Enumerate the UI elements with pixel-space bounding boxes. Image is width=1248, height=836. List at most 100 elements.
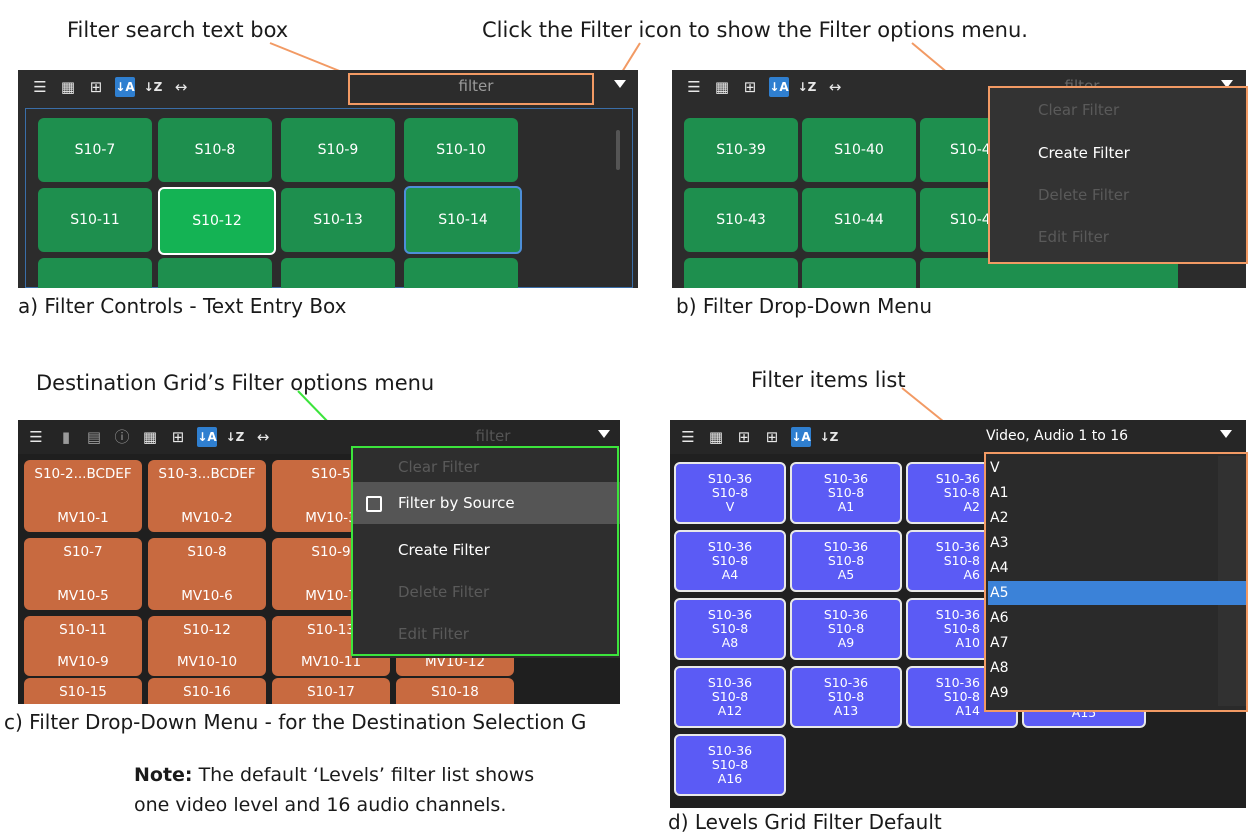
tile[interactable]: S10-40	[802, 118, 916, 182]
list-view-icon[interactable]: ☰	[26, 427, 46, 447]
tile[interactable]: S10-39	[684, 118, 798, 182]
small-tile-view-icon[interactable]: ⊞	[762, 427, 782, 447]
tile-partial[interactable]	[281, 258, 395, 288]
tile-source: S10-12	[183, 622, 231, 638]
sort-descending-icon[interactable]: ↓Z	[797, 77, 817, 97]
tile-dest: MV10-5	[57, 588, 109, 604]
tile-source: S10-3...BCDEF	[158, 466, 256, 482]
tile-line: A14	[955, 703, 980, 718]
fit-width-icon[interactable]: ↔	[825, 77, 845, 97]
tile-line: S10-36	[707, 607, 753, 622]
tile[interactable]: S10-7	[38, 118, 152, 182]
tile-partial[interactable]: S10-16	[148, 678, 266, 704]
filter-search-input[interactable]: filter	[438, 424, 548, 448]
tile-line: S10-8	[711, 757, 749, 772]
paste-icon[interactable]: ▤	[84, 427, 104, 447]
tile-line: A6	[963, 567, 980, 582]
list-view-icon[interactable]: ☰	[684, 77, 704, 97]
filter-icon[interactable]	[1220, 430, 1232, 438]
tile-partial[interactable]	[802, 258, 916, 288]
tile[interactable]: S10-11 MV10-9	[24, 616, 142, 676]
small-tile-view-icon[interactable]: ⊞	[86, 77, 106, 97]
tile-line: S10-8	[827, 553, 865, 568]
tile-line: V	[725, 499, 735, 514]
small-tile-view-icon[interactable]: ⊞	[168, 427, 188, 447]
filter-search-input[interactable]: Video, Audio 1 to 16	[960, 424, 1170, 448]
tile[interactable]: S10-11	[38, 188, 152, 252]
tile[interactable]: S10-36 S10-8 A1	[790, 462, 902, 524]
tile[interactable]: S10-36 S10-8 A5	[790, 530, 902, 592]
tile[interactable]: S10-8	[158, 118, 272, 182]
tile-partial[interactable]	[38, 258, 152, 288]
tile[interactable]: S10-2...BCDEF MV10-1	[24, 460, 142, 532]
sort-ascending-icon[interactable]: ↓A	[115, 77, 135, 97]
caption-a: a) Filter Controls - Text Entry Box	[18, 294, 347, 318]
tile-line: S10-36	[707, 539, 753, 554]
tile-view-icon[interactable]: ▦	[712, 77, 732, 97]
tile[interactable]: S10-8 MV10-6	[148, 538, 266, 610]
tile-source: S10-9	[311, 544, 351, 560]
tile[interactable]: S10-13	[281, 188, 395, 252]
tile-line: S10-36	[823, 675, 869, 690]
tile[interactable]: S10-44	[802, 188, 916, 252]
sort-descending-icon[interactable]: ↓Z	[225, 427, 245, 447]
tile[interactable]: S10-10	[404, 118, 518, 182]
tile[interactable]: S10-36 S10-8 A13	[790, 666, 902, 728]
caption-b: b) Filter Drop-Down Menu	[676, 294, 933, 318]
tile-view-icon[interactable]: ▦	[140, 427, 160, 447]
clipboard-icon[interactable]: ▮	[56, 427, 76, 447]
list-view-icon[interactable]: ☰	[30, 77, 50, 97]
tile[interactable]: S10-36 S10-8 A12	[674, 666, 786, 728]
tile-partial[interactable]: S10-15	[24, 678, 142, 704]
sort-descending-icon[interactable]: ↓Z	[819, 427, 839, 447]
info-icon[interactable]: ⓘ	[112, 427, 132, 447]
tile-partial[interactable]	[684, 258, 798, 288]
sort-ascending-icon[interactable]: ↓A	[769, 77, 789, 97]
tile-partial[interactable]	[404, 258, 518, 288]
tile-view-icon[interactable]: ▦	[706, 427, 726, 447]
annotation-filter-icon-hint: Click the Filter icon to show the Filter…	[482, 18, 1028, 42]
tile-line: S10-36	[935, 607, 980, 622]
small-tile-view-icon[interactable]: ⊞	[734, 427, 754, 447]
sort-ascending-icon[interactable]: ↓A	[791, 427, 811, 447]
tile[interactable]: S10-3...BCDEF MV10-2	[148, 460, 266, 532]
tile-line: S10-8	[943, 485, 980, 500]
tile-source: S10-5	[311, 466, 351, 482]
tile-partial[interactable]: S10-18	[396, 678, 514, 704]
tile-line: A1	[837, 499, 855, 514]
tile[interactable]: S10-36 S10-8 A9	[790, 598, 902, 660]
tile[interactable]: S10-12 MV10-10	[148, 616, 266, 676]
fit-width-icon[interactable]: ↔	[171, 77, 191, 97]
filter-icon[interactable]	[614, 80, 626, 88]
annotation-dest-grid-menu: Destination Grid’s Filter options menu	[36, 371, 435, 395]
small-tile-view-icon[interactable]: ⊞	[740, 77, 760, 97]
tile-partial[interactable]	[158, 258, 272, 288]
tile[interactable]: S10-36 S10-8 A4	[674, 530, 786, 592]
tile[interactable]: S10-7 MV10-5	[24, 538, 142, 610]
tile-dest: MV10-6	[181, 588, 233, 604]
tile-source: S10-11	[59, 622, 107, 638]
tile[interactable]: S10-36 S10-8 A8	[674, 598, 786, 660]
scrollbar[interactable]	[616, 130, 620, 170]
tile-line: S10-8	[943, 621, 980, 636]
tile-line: S10-36	[935, 675, 980, 690]
tile-line: S10-8	[711, 485, 749, 500]
tile[interactable]: S10-9	[281, 118, 395, 182]
sort-ascending-icon[interactable]: ↓A	[197, 427, 217, 447]
tile[interactable]: S10-36 S10-8 A16	[674, 734, 786, 796]
tile-view-icon[interactable]: ▦	[58, 77, 78, 97]
tile[interactable]: S10-36 S10-8 V	[674, 462, 786, 524]
tile-focused[interactable]: S10-14	[404, 186, 522, 254]
tile[interactable]: S10-43	[684, 188, 798, 252]
tile-line: S10-8	[943, 553, 980, 568]
callout-box-search	[348, 73, 594, 105]
fit-width-icon[interactable]: ↔	[253, 427, 273, 447]
sort-descending-icon[interactable]: ↓Z	[143, 77, 163, 97]
tile-partial[interactable]: S10-17	[272, 678, 390, 704]
caption-d: d) Levels Grid Filter Default	[668, 810, 942, 834]
tile-dest: MV10-3	[305, 510, 357, 526]
tile-selected[interactable]: S10-12	[158, 187, 276, 255]
tile-line: S10-36	[707, 743, 753, 758]
list-view-icon[interactable]: ☰	[678, 427, 698, 447]
filter-icon[interactable]	[598, 430, 610, 438]
